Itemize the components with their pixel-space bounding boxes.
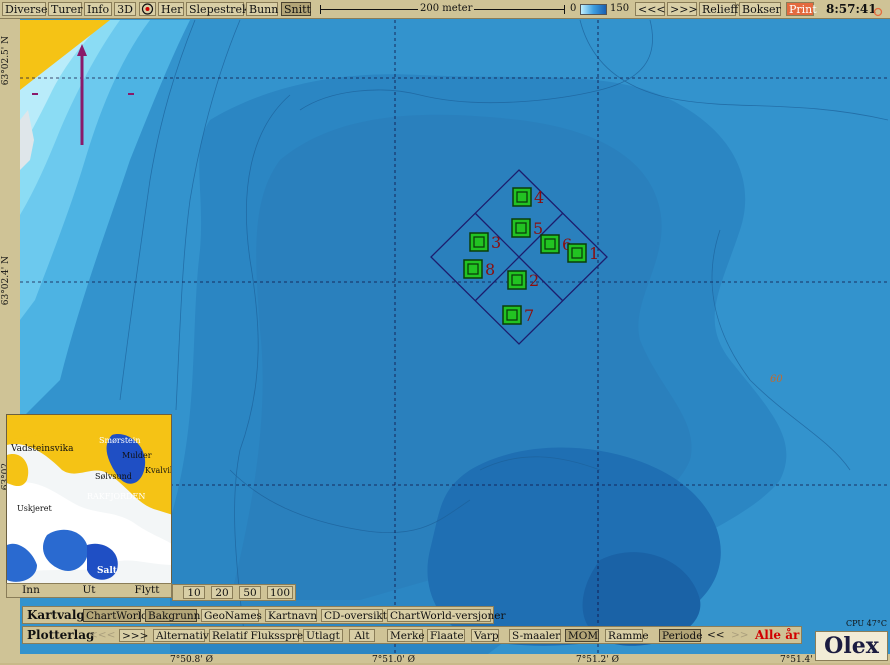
marker-7[interactable]: 7 bbox=[502, 305, 534, 325]
top-toolbar: Diverse Turer Info 3D Her Slepestrek Bun… bbox=[0, 0, 890, 19]
slepestrek-button[interactable]: Slepestrek bbox=[186, 2, 249, 16]
move-button[interactable]: Flytt bbox=[125, 584, 169, 597]
depth-color-scale[interactable] bbox=[580, 4, 607, 15]
minimap-place-2: Smørstein bbox=[99, 436, 141, 445]
minimap-place-6: RAKFJORDEN bbox=[87, 492, 146, 501]
scale-50-button[interactable]: 50 bbox=[239, 586, 261, 599]
chartworld-button[interactable]: ChartWorld bbox=[83, 609, 148, 622]
plot-prev-button[interactable]: <<< bbox=[87, 629, 115, 642]
minimap-place-5: Uskjeret bbox=[17, 504, 52, 513]
kartnavn-button[interactable]: Kartnavn bbox=[265, 609, 317, 622]
lon-label-2: 7°51.0' Ø bbox=[372, 655, 415, 665]
relieff-button[interactable]: Relieff bbox=[699, 2, 738, 16]
turer-button[interactable]: Turer bbox=[48, 2, 82, 16]
mom-button[interactable]: MOM bbox=[565, 629, 599, 642]
bunn-button[interactable]: Bunn bbox=[246, 2, 278, 16]
ramme-button[interactable]: Ramme bbox=[605, 629, 649, 642]
olex-logo: Olex bbox=[815, 631, 888, 661]
depth-max-label: 150 bbox=[610, 3, 630, 14]
scale-100-button[interactable]: 100 bbox=[267, 586, 293, 599]
nav-forward-button[interactable]: >>> bbox=[667, 2, 698, 16]
periode-next-button[interactable]: >> bbox=[729, 629, 749, 642]
bokser-button[interactable]: Bokser bbox=[739, 2, 781, 16]
depth-min-label: 0 bbox=[570, 3, 577, 14]
marker-5[interactable]: 5 bbox=[511, 218, 543, 238]
snitt-button[interactable]: Snitt bbox=[281, 2, 311, 16]
lon-label-1: 7°50.8' Ø bbox=[170, 655, 213, 665]
marker-label-8: 8 bbox=[485, 260, 495, 279]
scale-10-button[interactable]: 10 bbox=[183, 586, 205, 599]
chartworld-versjoner-button[interactable]: ChartWorld-versjoner bbox=[387, 609, 505, 622]
nav-back-button[interactable]: <<< bbox=[635, 2, 666, 16]
marker-3[interactable]: 3 bbox=[469, 232, 501, 252]
plotterlag-bar: Plotterlag <<< >>> Alternativ Relatif Fl… bbox=[22, 626, 802, 644]
print-button[interactable]: Print bbox=[786, 2, 817, 16]
relatif-fluksspred-button[interactable]: Relatif Fluksspred bbox=[209, 629, 310, 642]
marker-8[interactable]: 8 bbox=[463, 259, 495, 279]
kartvalg-title: Kartvalg bbox=[27, 608, 85, 622]
marker-4[interactable]: 4 bbox=[512, 187, 544, 207]
scale-20-button[interactable]: 20 bbox=[211, 586, 233, 599]
varp-button[interactable]: Varp bbox=[471, 629, 499, 642]
alle-ar-button[interactable]: Alle år bbox=[753, 629, 799, 642]
minimap-place-3: Sølvsund bbox=[95, 472, 132, 481]
info-button[interactable]: Info bbox=[84, 2, 112, 16]
flaate-button[interactable]: Flaate bbox=[427, 629, 465, 642]
clock: 8:57:41 bbox=[826, 2, 877, 16]
periode-button[interactable]: Periode bbox=[659, 629, 702, 642]
marker-label-1: 1 bbox=[589, 244, 599, 263]
plot-next-button[interactable]: >>> bbox=[119, 629, 148, 642]
zoom-out-button[interactable]: Ut bbox=[69, 584, 109, 597]
marker-2[interactable]: 2 bbox=[507, 270, 539, 290]
marker-label-3: 3 bbox=[491, 233, 501, 252]
diverse-button[interactable]: Diverse bbox=[2, 2, 47, 16]
alternativ-button[interactable]: Alternativ bbox=[153, 629, 209, 642]
alt-button[interactable]: Alt bbox=[349, 629, 375, 642]
minimap-place-7: Mulder bbox=[122, 451, 152, 460]
cd-oversikt-button[interactable]: CD-oversikt bbox=[321, 609, 387, 622]
minimap-place-1: Vadsteinsvika bbox=[11, 444, 74, 454]
minimap-place-4: Kvalvika bbox=[145, 466, 171, 475]
kartvalg-bar: Kartvalg ChartWorld Bakgrunn GeoNames Ka… bbox=[22, 606, 505, 624]
lon-label-3: 7°51.2' Ø bbox=[576, 655, 619, 665]
geonames-button[interactable]: GeoNames bbox=[201, 609, 262, 622]
marker-1[interactable]: 1 bbox=[567, 243, 599, 263]
bakgrunn-button[interactable]: Bakgrunn bbox=[145, 609, 200, 622]
s-maaler-button[interactable]: S-maaler bbox=[509, 629, 561, 642]
lat-label-2: 63°02.4' N bbox=[1, 256, 11, 306]
her-button[interactable]: Her bbox=[158, 2, 184, 16]
overview-minimap[interactable]: Vadsteinsvika Smørstein Sølvsund Kvalvik… bbox=[6, 414, 172, 584]
minimap-zoom-bar: Inn Ut Flytt bbox=[6, 583, 172, 598]
lat-label-1: 63°02.5' N bbox=[1, 36, 11, 86]
marker-label-4: 4 bbox=[534, 188, 544, 207]
target-icon[interactable] bbox=[139, 2, 156, 16]
zoom-in-button[interactable]: Inn bbox=[11, 584, 51, 597]
periode-prev-button[interactable]: << bbox=[705, 629, 725, 642]
3d-button[interactable]: 3D bbox=[114, 2, 136, 16]
lon-label-4: 7°51.4' bbox=[780, 655, 813, 665]
sun-icon bbox=[872, 3, 884, 17]
merke-button[interactable]: Merke bbox=[387, 629, 425, 642]
minimap-place-8: Salt bbox=[97, 566, 117, 576]
marker-label-7: 7 bbox=[524, 306, 534, 325]
scale-label: 200 meter bbox=[418, 3, 475, 15]
scale-button-bar: 10 20 50 100 bbox=[172, 584, 296, 601]
depth-label: 60 bbox=[770, 374, 783, 385]
utlagt-button[interactable]: Utlagt bbox=[303, 629, 343, 642]
plotterlag-title: Plotterlag bbox=[27, 628, 95, 642]
cpu-temperature: CPU 47°C bbox=[846, 619, 887, 628]
marker-label-2: 2 bbox=[529, 271, 539, 290]
